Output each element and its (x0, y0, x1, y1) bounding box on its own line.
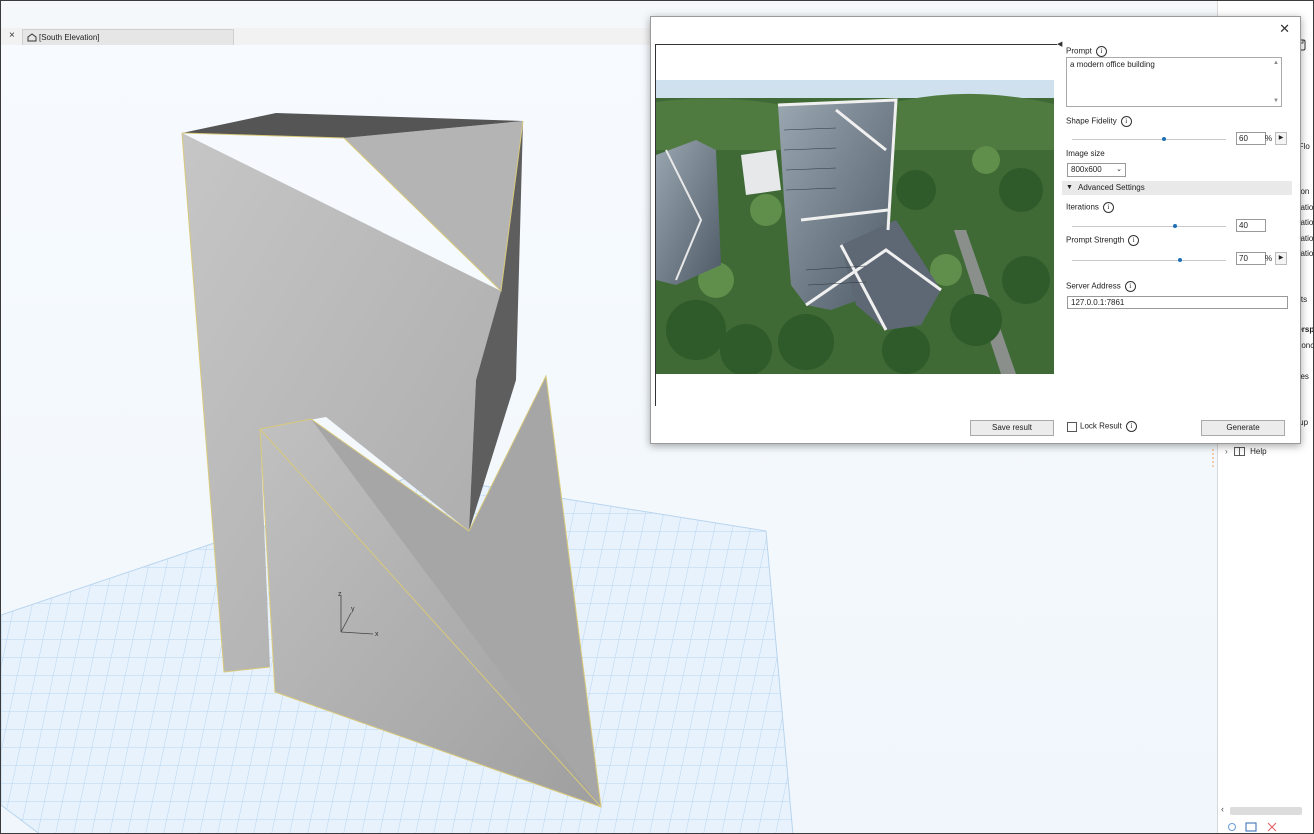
sidepanel-item-help[interactable]: › Help (1225, 447, 1267, 459)
chevron-right-icon: › (1225, 447, 1228, 456)
generate-button[interactable]: Generate (1201, 420, 1285, 436)
svg-text:x: x (375, 631, 379, 638)
lock-result-checkbox-row[interactable]: Lock Result i (1067, 421, 1137, 432)
iterations-slider[interactable] (1072, 224, 1226, 228)
percent-label: % (1265, 254, 1273, 263)
chevron-down-icon: ⌄ (1116, 166, 1122, 173)
play-arrow-icon[interactable]: ▶ (1275, 252, 1287, 265)
collapse-panel-icon[interactable]: ◀ (1057, 40, 1062, 48)
iterations-input[interactable]: 40 (1236, 219, 1266, 232)
shape-fidelity-label-row: Shape Fidelity i (1066, 116, 1132, 127)
play-arrow-icon[interactable]: ▶ (1275, 132, 1287, 145)
app-window: × [South Elevation] z y x Flo atio atio … (0, 0, 1314, 834)
elevation-view-icon (27, 33, 37, 42)
info-icon[interactable]: i (1124, 281, 1136, 292)
save-result-button[interactable]: Save result (970, 420, 1054, 436)
info-icon[interactable]: i (1125, 421, 1137, 432)
server-address-label-row: Server Address i (1066, 281, 1136, 292)
prompt-strength-label-row: Prompt Strength i (1066, 235, 1140, 246)
ai-visualizer-dialog: ✕ ◀ Prompt i a modern office building ▲ … (650, 16, 1301, 444)
image-size-label: Image size (1066, 149, 1105, 158)
triangle-down-icon: ▼ (1066, 184, 1073, 191)
close-tab-icon[interactable]: × (9, 30, 15, 41)
lock-result-label: Lock Result (1080, 421, 1122, 431)
tab-south-elevation[interactable]: [South Elevation] (22, 29, 234, 45)
tab-label: [South Elevation] (39, 33, 100, 42)
info-icon[interactable]: i (1120, 116, 1132, 127)
server-address-label: Server Address (1066, 281, 1121, 291)
prompt-textarea[interactable]: a modern office building ▲ ▼ (1066, 57, 1282, 107)
shape-fidelity-slider[interactable] (1072, 137, 1226, 141)
prompt-label-row: Prompt i (1066, 46, 1107, 57)
prompt-text: a modern office building (1070, 60, 1155, 69)
lock-result-checkbox[interactable] (1067, 421, 1077, 432)
prompt-strength-input[interactable]: 70 (1236, 252, 1266, 265)
add-icon[interactable] (1228, 823, 1236, 831)
advanced-settings-label: Advanced Settings (1078, 183, 1145, 192)
chevron-left-icon[interactable]: ‹ (1221, 804, 1224, 814)
prompt-strength-slider[interactable] (1072, 258, 1226, 262)
info-icon[interactable]: i (1102, 202, 1114, 213)
image-size-value: 800x600 (1071, 165, 1102, 174)
advanced-settings-toggle[interactable]: ▼ Advanced Settings (1062, 181, 1292, 195)
percent-label: % (1265, 134, 1273, 143)
sidepanel-help-label: Help (1250, 447, 1267, 456)
help-book-icon (1234, 447, 1245, 457)
close-icon[interactable]: ✕ (1279, 21, 1290, 37)
iterations-label: Iterations (1066, 202, 1099, 212)
slider-thumb[interactable] (1173, 224, 1177, 228)
prompt-label: Prompt (1066, 46, 1092, 56)
server-address-input[interactable]: 127.0.0.1:7861 (1067, 296, 1288, 309)
info-icon[interactable]: i (1128, 235, 1140, 246)
image-size-select[interactable]: 800x600 ⌄ (1067, 163, 1126, 177)
slider-thumb[interactable] (1162, 137, 1166, 141)
iterations-label-row: Iterations i (1066, 202, 1114, 213)
layout-icon[interactable] (1245, 822, 1257, 832)
info-icon[interactable]: i (1095, 46, 1107, 57)
preview-area (655, 44, 1057, 406)
prompt-scrollbar[interactable]: ▲ ▼ (1273, 60, 1279, 104)
svg-text:y: y (351, 606, 355, 613)
generated-image (656, 80, 1054, 374)
sidepanel-scrollbar[interactable] (1230, 807, 1302, 815)
svg-text:z: z (338, 591, 342, 598)
slider-thumb[interactable] (1178, 258, 1182, 262)
panel-footer-icons (1228, 822, 1277, 832)
shape-fidelity-input[interactable]: 60 (1236, 132, 1266, 145)
shape-fidelity-label: Shape Fidelity (1066, 116, 1117, 126)
panel-split-handle-icon[interactable] (1210, 448, 1216, 470)
prompt-strength-label: Prompt Strength (1066, 235, 1125, 245)
